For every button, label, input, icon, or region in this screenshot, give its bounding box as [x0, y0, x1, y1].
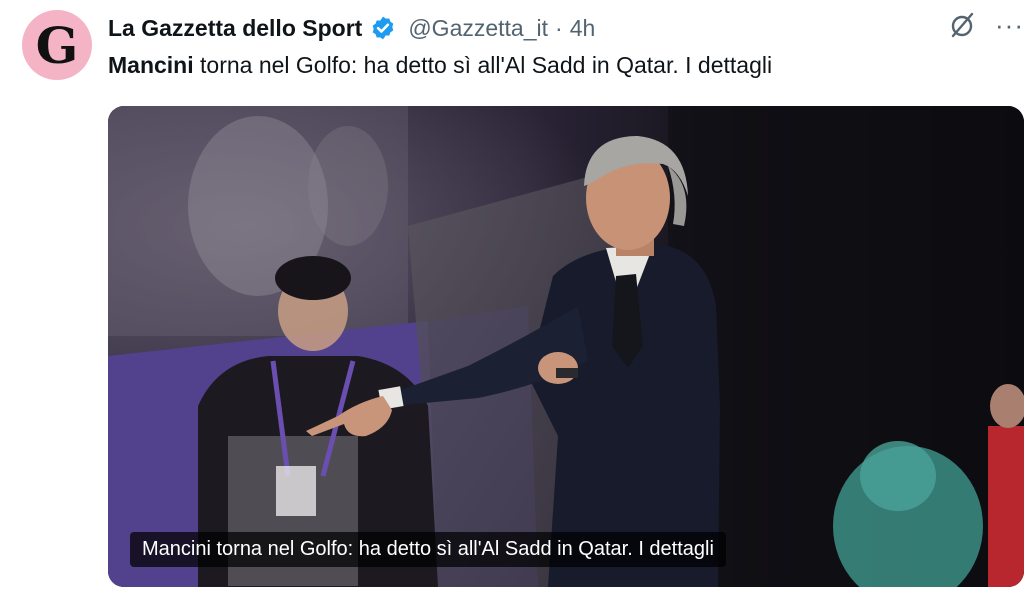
timestamp[interactable]: 4h	[570, 15, 596, 42]
author-name[interactable]: La Gazzetta dello Sport	[108, 15, 362, 42]
tweet-header: La Gazzetta dello Sport @Gazzetta_it · 4…	[108, 14, 595, 42]
coach-photo	[108, 106, 1024, 587]
tweet-actions: ···	[947, 10, 1024, 40]
tweet-text: Mancini torna nel Golfo: ha detto sì all…	[108, 52, 772, 79]
media-caption: Mancini torna nel Golfo: ha detto sì all…	[130, 532, 726, 567]
avatar[interactable]: G	[22, 10, 92, 80]
separator-dot: ·	[555, 14, 563, 41]
tweet-text-bold: Mancini	[108, 52, 194, 78]
author-handle[interactable]: @Gazzetta_it	[408, 15, 548, 42]
media-card[interactable]: Mancini torna nel Golfo: ha detto sì all…	[108, 106, 1024, 587]
grok-icon[interactable]	[947, 10, 977, 40]
tweet-text-rest: torna nel Golfo: ha detto sì all'Al Sadd…	[193, 52, 773, 78]
avatar-letter: G	[35, 16, 79, 75]
verified-badge-icon	[373, 16, 394, 40]
more-options-icon[interactable]: ···	[995, 12, 1024, 38]
